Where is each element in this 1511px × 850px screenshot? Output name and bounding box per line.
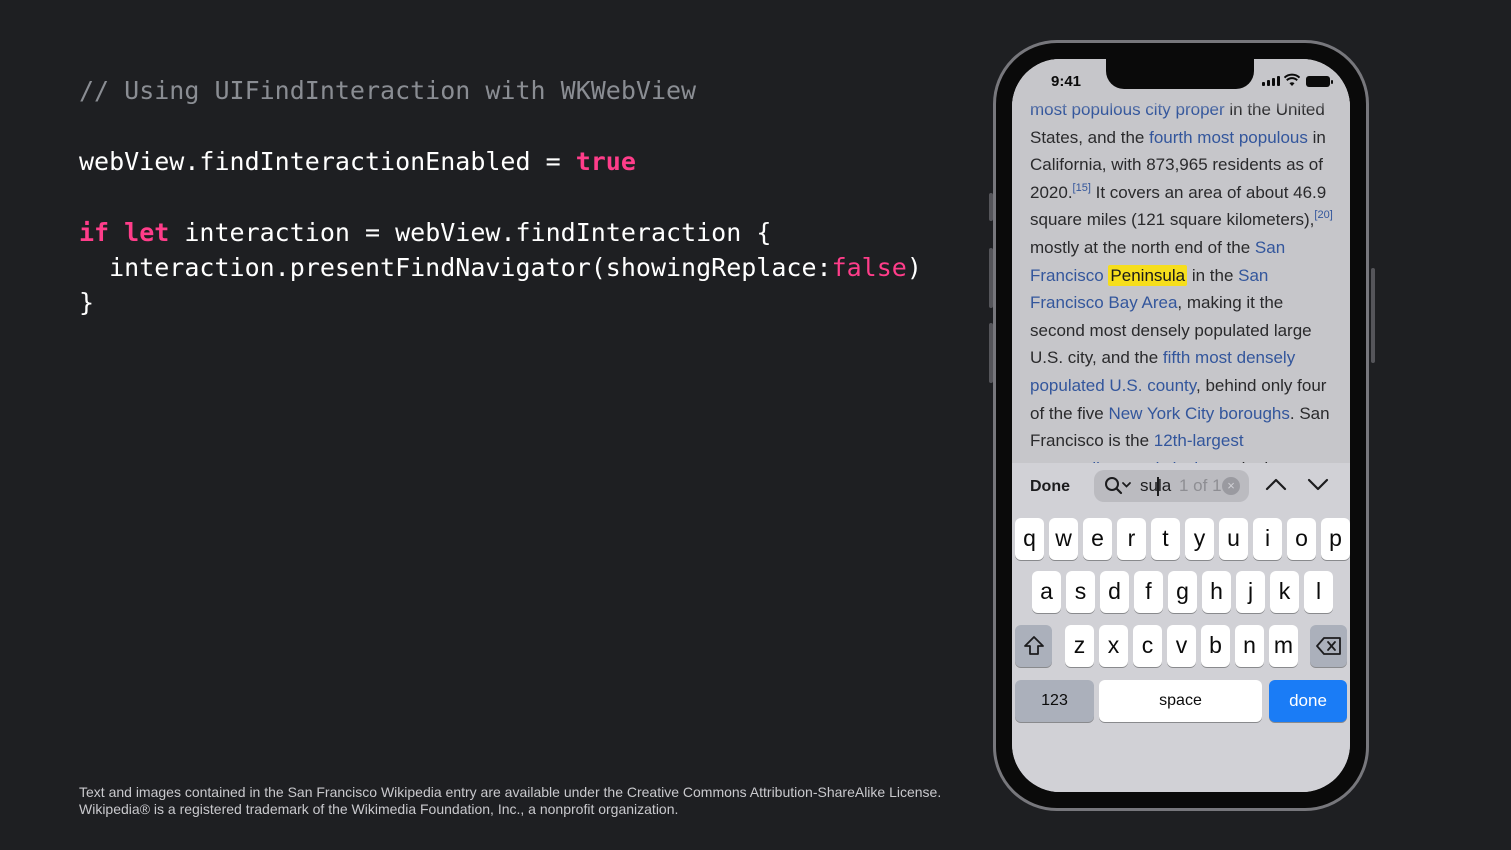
key-t[interactable]: t <box>1151 518 1180 560</box>
key-a[interactable]: a <box>1032 571 1061 613</box>
volume-up-button <box>989 248 993 308</box>
code-text: webView.findInteractionEnabled = <box>79 147 576 176</box>
code-keyword-let: let <box>124 218 170 247</box>
key-j[interactable]: j <box>1236 571 1265 613</box>
key-r[interactable]: r <box>1117 518 1146 560</box>
key-g[interactable]: g <box>1168 571 1197 613</box>
keyboard: qwertyuiop asdfghjkl zxcvbnm 123 space d… <box>1012 513 1350 792</box>
wifi-icon <box>1284 73 1300 86</box>
battery-icon <box>1306 76 1333 87</box>
volume-down-button <box>989 323 993 383</box>
key-f[interactable]: f <box>1134 571 1163 613</box>
find-done-button[interactable]: Done <box>1030 478 1070 496</box>
iphone-frame: most populous city proper in the United … <box>989 40 1375 811</box>
web-view[interactable]: most populous city proper in the United … <box>1012 59 1350 484</box>
power-button <box>1371 268 1375 363</box>
keyboard-done-key[interactable]: done <box>1269 680 1347 722</box>
key-c[interactable]: c <box>1133 625 1162 667</box>
license-footer: Text and images contained in the San Fra… <box>79 784 941 818</box>
citation-link[interactable]: [20] <box>1314 209 1332 221</box>
find-match-highlight: Peninsula <box>1108 264 1188 286</box>
key-b[interactable]: b <box>1201 625 1230 667</box>
key-q[interactable]: q <box>1015 518 1044 560</box>
key-z[interactable]: z <box>1065 625 1094 667</box>
code-line-present: interaction.presentFindNavigator(showing… <box>79 253 922 282</box>
camera-notch <box>1106 59 1254 89</box>
key-o[interactable]: o <box>1287 518 1316 560</box>
key-x[interactable]: x <box>1099 625 1128 667</box>
cellular-signal-icon <box>1262 76 1280 86</box>
code-line-if-let: if let interaction = webView.findInterac… <box>79 218 771 247</box>
code-text: ) <box>906 253 922 282</box>
key-w[interactable]: w <box>1049 518 1078 560</box>
match-count: 1 of 1 <box>1179 476 1222 495</box>
article-text: mostly at the north end of the <box>1030 237 1255 257</box>
footer-line-2: Wikipedia® is a registered trademark of … <box>79 801 679 817</box>
code-closing-brace: } <box>79 288 95 317</box>
code-text: interaction = webView.findInteraction { <box>169 218 772 247</box>
key-u[interactable]: u <box>1219 518 1248 560</box>
previous-match-icon[interactable] <box>1265 476 1287 492</box>
key-d[interactable]: d <box>1100 571 1129 613</box>
key-h[interactable]: h <box>1202 571 1231 613</box>
code-sample: // Using UIFindInteraction with WKWebVie… <box>79 76 922 317</box>
phone-screen: most populous city proper in the United … <box>1012 59 1350 792</box>
code-text: interaction.presentFindNavigator(showing… <box>79 253 832 282</box>
key-i[interactable]: i <box>1253 518 1282 560</box>
status-bar: 9:41 <box>1012 59 1350 111</box>
key-v[interactable]: v <box>1167 625 1196 667</box>
code-bool-false: false <box>831 253 907 282</box>
code-keyword-if: if <box>79 218 110 247</box>
key-l[interactable]: l <box>1304 571 1333 613</box>
find-navigator: Done sula 1 of 1 × <box>1012 463 1350 513</box>
code-line-enable: webView.findInteractionEnabled = true <box>79 147 636 176</box>
delete-key[interactable] <box>1310 625 1347 667</box>
shift-icon <box>1023 636 1044 655</box>
clear-icon[interactable]: × <box>1222 477 1240 495</box>
key-s[interactable]: s <box>1066 571 1095 613</box>
article-link[interactable]: New York City boroughs <box>1108 404 1289 423</box>
key-n[interactable]: n <box>1235 625 1264 667</box>
key-k[interactable]: k <box>1270 571 1299 613</box>
article-text: in the <box>1187 265 1239 285</box>
delete-backward-icon <box>1315 637 1341 655</box>
footer-line-1: Text and images contained in the San Fra… <box>79 784 942 800</box>
citation-link[interactable]: [15] <box>1073 182 1091 194</box>
key-y[interactable]: y <box>1185 518 1214 560</box>
shift-key[interactable] <box>1015 625 1052 667</box>
key-m[interactable]: m <box>1269 625 1298 667</box>
code-comment: // Using UIFindInteraction with WKWebVie… <box>79 76 697 105</box>
text-cursor <box>1157 477 1159 496</box>
numbers-key[interactable]: 123 <box>1015 680 1094 722</box>
article-body: most populous city proper in the United … <box>1030 96 1340 482</box>
status-time: 9:41 <box>1051 73 1082 90</box>
find-query-text: sula <box>1140 476 1172 495</box>
key-p[interactable]: p <box>1321 518 1350 560</box>
search-options-icon[interactable] <box>1104 476 1132 496</box>
mute-switch <box>989 193 993 221</box>
key-e[interactable]: e <box>1083 518 1112 560</box>
find-search-field[interactable]: sula 1 of 1 × <box>1094 470 1249 502</box>
article-link[interactable]: fourth most populous <box>1149 128 1308 147</box>
space-key[interactable]: space <box>1099 680 1262 722</box>
code-bool-true: true <box>575 147 636 176</box>
next-match-icon[interactable] <box>1307 476 1329 492</box>
